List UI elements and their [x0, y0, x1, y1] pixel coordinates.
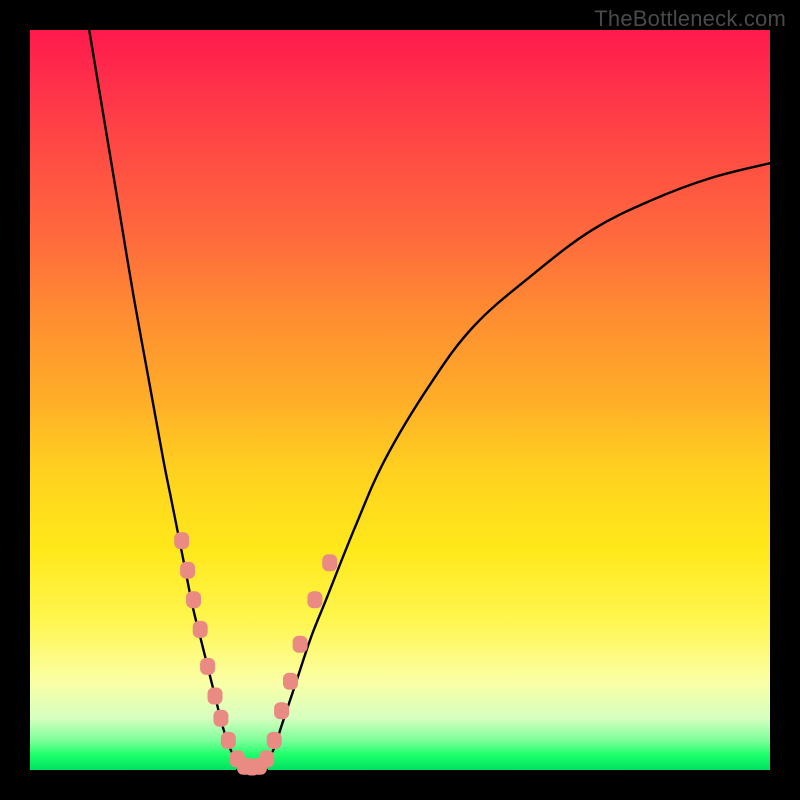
marker-dot	[307, 591, 322, 608]
chart-frame: TheBottleneck.com	[0, 0, 800, 800]
curves-svg	[30, 30, 770, 770]
left-branch-line	[89, 30, 237, 763]
marker-dot	[174, 532, 189, 549]
marker-dot	[267, 732, 282, 749]
marker-dot	[208, 688, 223, 705]
marker-dot	[293, 636, 308, 653]
marker-dot	[200, 658, 215, 675]
marker-dot	[193, 621, 208, 638]
curve-group	[89, 30, 770, 770]
plot-area	[30, 30, 770, 770]
marker-dot	[259, 750, 274, 767]
marker-dot	[180, 562, 195, 579]
marker-dot	[283, 673, 298, 690]
marker-dot	[221, 732, 236, 749]
marker-dot	[186, 591, 201, 608]
right-branch-line	[267, 163, 770, 762]
marker-dot	[322, 554, 337, 571]
watermark-text: TheBottleneck.com	[594, 6, 786, 32]
marker-dot	[274, 702, 289, 719]
marker-dot	[213, 710, 228, 727]
markers-group	[174, 532, 337, 775]
